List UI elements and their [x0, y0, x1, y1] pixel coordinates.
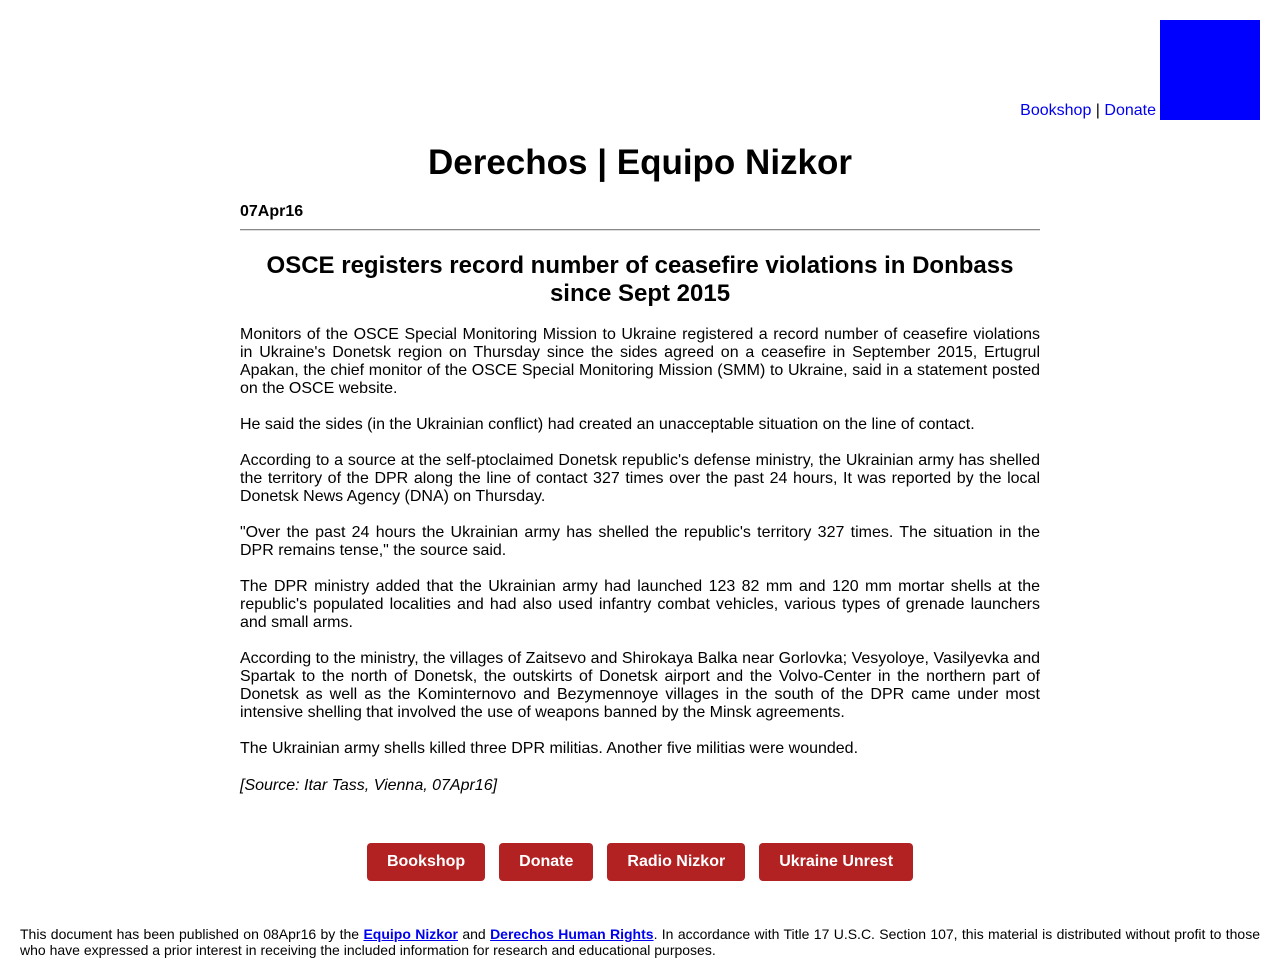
- top-navigation: Bookshop | Donate: [1020, 20, 1260, 120]
- footer-text-and: and: [458, 926, 491, 942]
- article-paragraph: Monitors of the OSCE Special Monitoring …: [240, 326, 1040, 397]
- article-source: [Source: Itar Tass, Vienna, 07Apr16]: [240, 777, 498, 794]
- article-paragraph: According to a source at the self-ptocla…: [240, 452, 1040, 505]
- top-links: Bookshop | Donate: [1020, 102, 1156, 120]
- radio-nizkor-button[interactable]: Radio Nizkor: [607, 843, 746, 881]
- article-paragraph: According to the ministry, the villages …: [240, 650, 1040, 721]
- site-title: Derechos | Equipo Nizkor: [427, 143, 853, 182]
- article-content: 07Apr16 OSCE registers record number of …: [240, 203, 1040, 795]
- article-headline: OSCE registers record number of ceasefir…: [266, 252, 1014, 307]
- article-paragraph: The DPR ministry added that the Ukrainia…: [240, 578, 1040, 631]
- footer-buttons: Bookshop Donate Radio Nizkor Ukraine Unr…: [0, 843, 1280, 881]
- article-date: 07Apr16: [240, 203, 304, 220]
- footer-notice: This document has been published on 08Ap…: [20, 926, 1260, 958]
- donate-link[interactable]: Donate: [1104, 102, 1156, 119]
- footer-text-before: This document has been published on 08Ap…: [20, 926, 364, 942]
- divider: [240, 229, 1040, 231]
- bookshop-button[interactable]: Bookshop: [366, 843, 486, 881]
- ukraine-unrest-button[interactable]: Ukraine Unrest: [759, 843, 914, 881]
- article-paragraph: He said the sides (in the Ukrainian conf…: [240, 416, 975, 433]
- derechos-link[interactable]: Derechos Human Rights: [490, 926, 654, 942]
- donate-button[interactable]: Donate: [499, 843, 594, 881]
- equipo-nizkor-link[interactable]: Equipo Nizkor: [363, 926, 458, 942]
- site-logo[interactable]: [1160, 20, 1260, 120]
- link-separator: |: [1095, 102, 1100, 119]
- article-paragraph: The Ukrainian army shells killed three D…: [240, 740, 859, 757]
- bookshop-link[interactable]: Bookshop: [1020, 102, 1091, 119]
- article-paragraph: "Over the past 24 hours the Ukrainian ar…: [240, 524, 1040, 559]
